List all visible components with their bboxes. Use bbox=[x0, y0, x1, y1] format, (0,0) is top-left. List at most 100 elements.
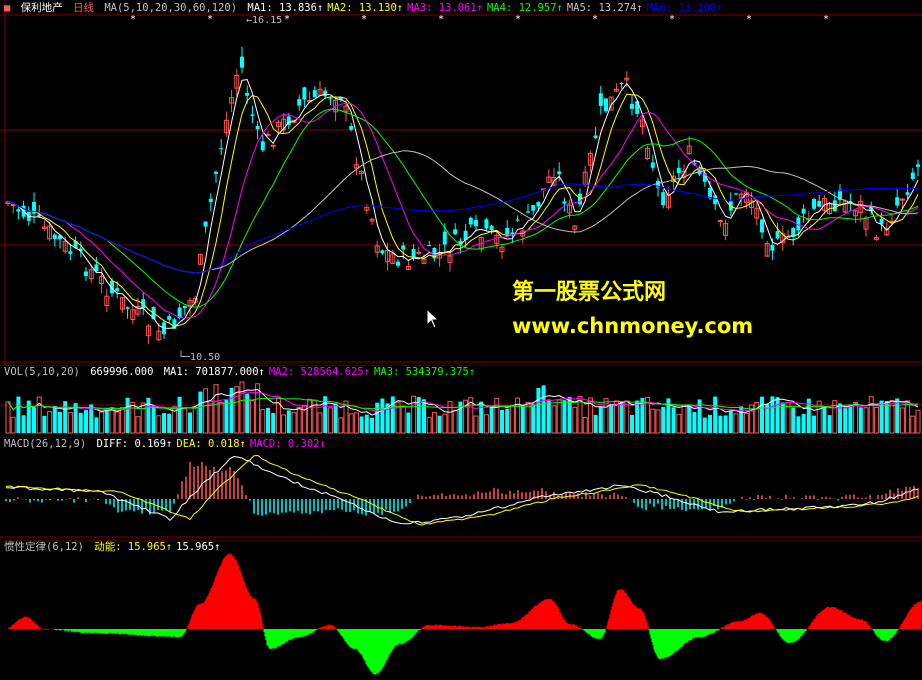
ma-value-6: MA6: 13.200↑ bbox=[646, 2, 723, 14]
candle-down bbox=[302, 87, 307, 100]
candlestick-chart[interactable]: * * * * * * * * * * bbox=[0, 0, 922, 365]
window-menu-icon[interactable]: ■ bbox=[4, 2, 10, 14]
volume-bar-down bbox=[370, 417, 374, 433]
candle-down bbox=[661, 192, 666, 206]
candle-down bbox=[167, 316, 172, 320]
volume-bar-down bbox=[177, 396, 182, 433]
volume-bar-down bbox=[822, 407, 827, 433]
watermark-title: 第一股票公式网 bbox=[512, 280, 667, 305]
candle-down bbox=[219, 148, 224, 150]
macd-chart[interactable] bbox=[0, 437, 922, 540]
candle-down bbox=[734, 193, 738, 195]
candle-down bbox=[775, 231, 780, 239]
candle-down bbox=[349, 126, 354, 130]
price-pane[interactable]: * * * * * * * * * * ■ 保利地产 日线 MA(5,10,20,30,60,12… bbox=[0, 0, 922, 365]
macd-dea-line bbox=[5, 454, 919, 526]
candle-down bbox=[328, 98, 333, 100]
volume-bar-up bbox=[156, 415, 162, 434]
volume-bar-up bbox=[213, 384, 219, 434]
candle-down bbox=[817, 200, 822, 207]
volume-bar-up bbox=[218, 401, 224, 434]
volume-bar-down bbox=[593, 414, 598, 433]
volume-bar-down bbox=[630, 415, 634, 433]
star-marker: * bbox=[823, 14, 829, 25]
volume-bar-up bbox=[676, 413, 682, 434]
volume-bar-up bbox=[296, 406, 302, 434]
volume-bar-up bbox=[5, 401, 11, 434]
volume-bar-up bbox=[109, 407, 115, 434]
volume-bar-up bbox=[281, 414, 287, 434]
inertia-chart[interactable] bbox=[0, 540, 922, 680]
volume-bar-up bbox=[624, 400, 630, 434]
volume-bar-up bbox=[483, 414, 489, 434]
inertia-pane[interactable]: 惯性定律(6,12) 动能: 15.965↑ 15.965↑ bbox=[0, 540, 922, 680]
volume-bar-down bbox=[812, 415, 816, 433]
volume-bar-down bbox=[843, 407, 848, 433]
star-marker: * bbox=[592, 14, 598, 25]
mouse-cursor-icon bbox=[426, 307, 440, 333]
ma-value-1: MA1: 13.836↑ bbox=[247, 2, 324, 14]
candle-down bbox=[240, 56, 244, 68]
volume-bar-down bbox=[775, 397, 780, 433]
volume-bar-down bbox=[21, 415, 26, 433]
volume-bar-down bbox=[728, 411, 733, 433]
volume-bar-up bbox=[119, 406, 125, 434]
candle-down bbox=[203, 221, 208, 227]
candle-down bbox=[396, 261, 400, 266]
volume-bar-up bbox=[192, 407, 198, 434]
candle-down bbox=[562, 201, 567, 204]
macd-header: MACD(26,12,9) DIFF: 0.169↑ DEA: 0.018↑ MAC… bbox=[4, 438, 334, 451]
volume-bar-down bbox=[390, 396, 395, 433]
candle-down bbox=[214, 171, 218, 174]
candle-down bbox=[52, 234, 57, 239]
candle-down bbox=[619, 82, 624, 84]
candle-down bbox=[474, 219, 478, 227]
volume-bar-down bbox=[619, 401, 624, 433]
candle-down bbox=[650, 162, 655, 168]
volume-bar-up bbox=[239, 381, 245, 434]
volume-bar-down bbox=[671, 407, 676, 433]
volume-pane[interactable]: VOL(5,10,20) 669996.000 MA1: 701877.000↑… bbox=[0, 365, 922, 437]
volume-bar-up bbox=[353, 412, 359, 434]
candle-down bbox=[182, 305, 187, 309]
volume-bar-down bbox=[827, 415, 832, 433]
volume-bar-down bbox=[224, 399, 229, 433]
candle-down bbox=[910, 172, 915, 179]
candle-down bbox=[297, 99, 302, 106]
star-marker: * bbox=[438, 14, 444, 25]
candle-down bbox=[260, 141, 265, 151]
vol-ma-values: MA1: 701877.000↑ MA2: 528564.625↑ MA3: 534… bbox=[164, 366, 479, 378]
volume-bar-up bbox=[910, 415, 916, 434]
volume-bar-up bbox=[650, 408, 656, 434]
period-label[interactable]: 日线 bbox=[73, 2, 94, 14]
macd-pane[interactable]: MACD(26,12,9) DIFF: 0.169↑ DEA: 0.018↑ MAC… bbox=[0, 437, 922, 540]
vol-value: 669996.000 bbox=[90, 366, 154, 378]
volume-bar-up bbox=[249, 400, 255, 434]
volume-bar-down bbox=[151, 406, 156, 433]
volume-bar-down bbox=[364, 414, 369, 433]
volume-bar-up bbox=[494, 397, 500, 434]
candle-down bbox=[598, 93, 603, 106]
ma-value-4: MA4: 12.957↑ bbox=[486, 2, 563, 14]
candle-down bbox=[68, 251, 73, 254]
volume-bar-up bbox=[915, 409, 921, 434]
vol-value-3: MA3: 534379.375↑ bbox=[374, 366, 476, 378]
volume-bar-down bbox=[198, 391, 203, 433]
ma-value-2: MA2: 13.130↑ bbox=[327, 2, 404, 14]
candle-down bbox=[713, 195, 718, 205]
volume-bar-up bbox=[447, 400, 453, 434]
volume-bar-down bbox=[489, 406, 494, 433]
inertia-value-2: 15.965↑ bbox=[176, 541, 221, 553]
volume-bar-down bbox=[879, 400, 884, 433]
ma-value-3: MA3: 13.061↑ bbox=[407, 2, 483, 14]
candle-down bbox=[832, 200, 837, 212]
candle-up bbox=[899, 198, 905, 201]
candle-down bbox=[401, 245, 406, 250]
vol-indicator-label: VOL(5,10,20) bbox=[4, 366, 80, 378]
vol-value-2: MA2: 528564.625↑ bbox=[268, 366, 371, 378]
volume-bar-up bbox=[426, 416, 432, 434]
candle-down bbox=[593, 135, 598, 139]
price-header: ■ 保利地产 日线 MA(5,10,20,30,60,120) MA1: 13.… bbox=[4, 2, 731, 15]
volume-bar-up bbox=[613, 400, 619, 434]
volume-bar-up bbox=[509, 404, 515, 434]
